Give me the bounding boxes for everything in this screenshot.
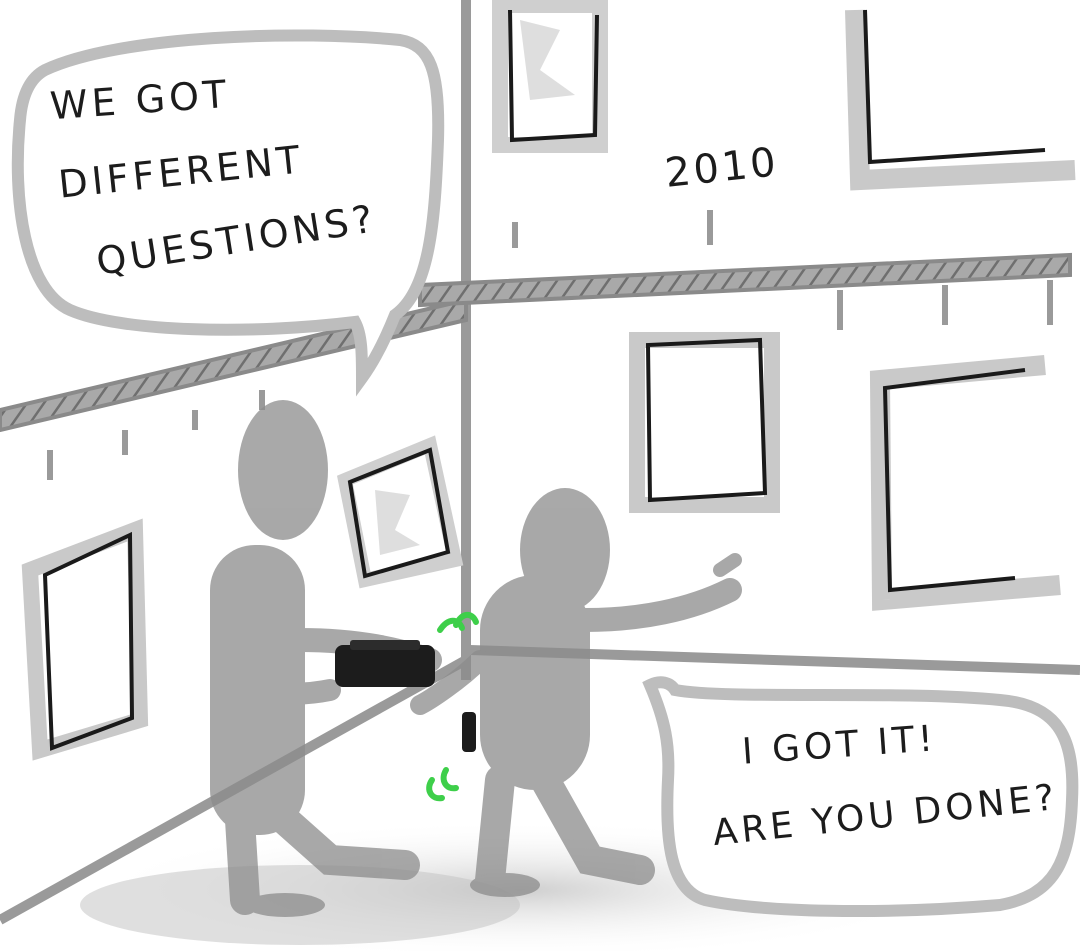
phone-device: [462, 712, 476, 752]
scanner-device: [335, 640, 435, 687]
